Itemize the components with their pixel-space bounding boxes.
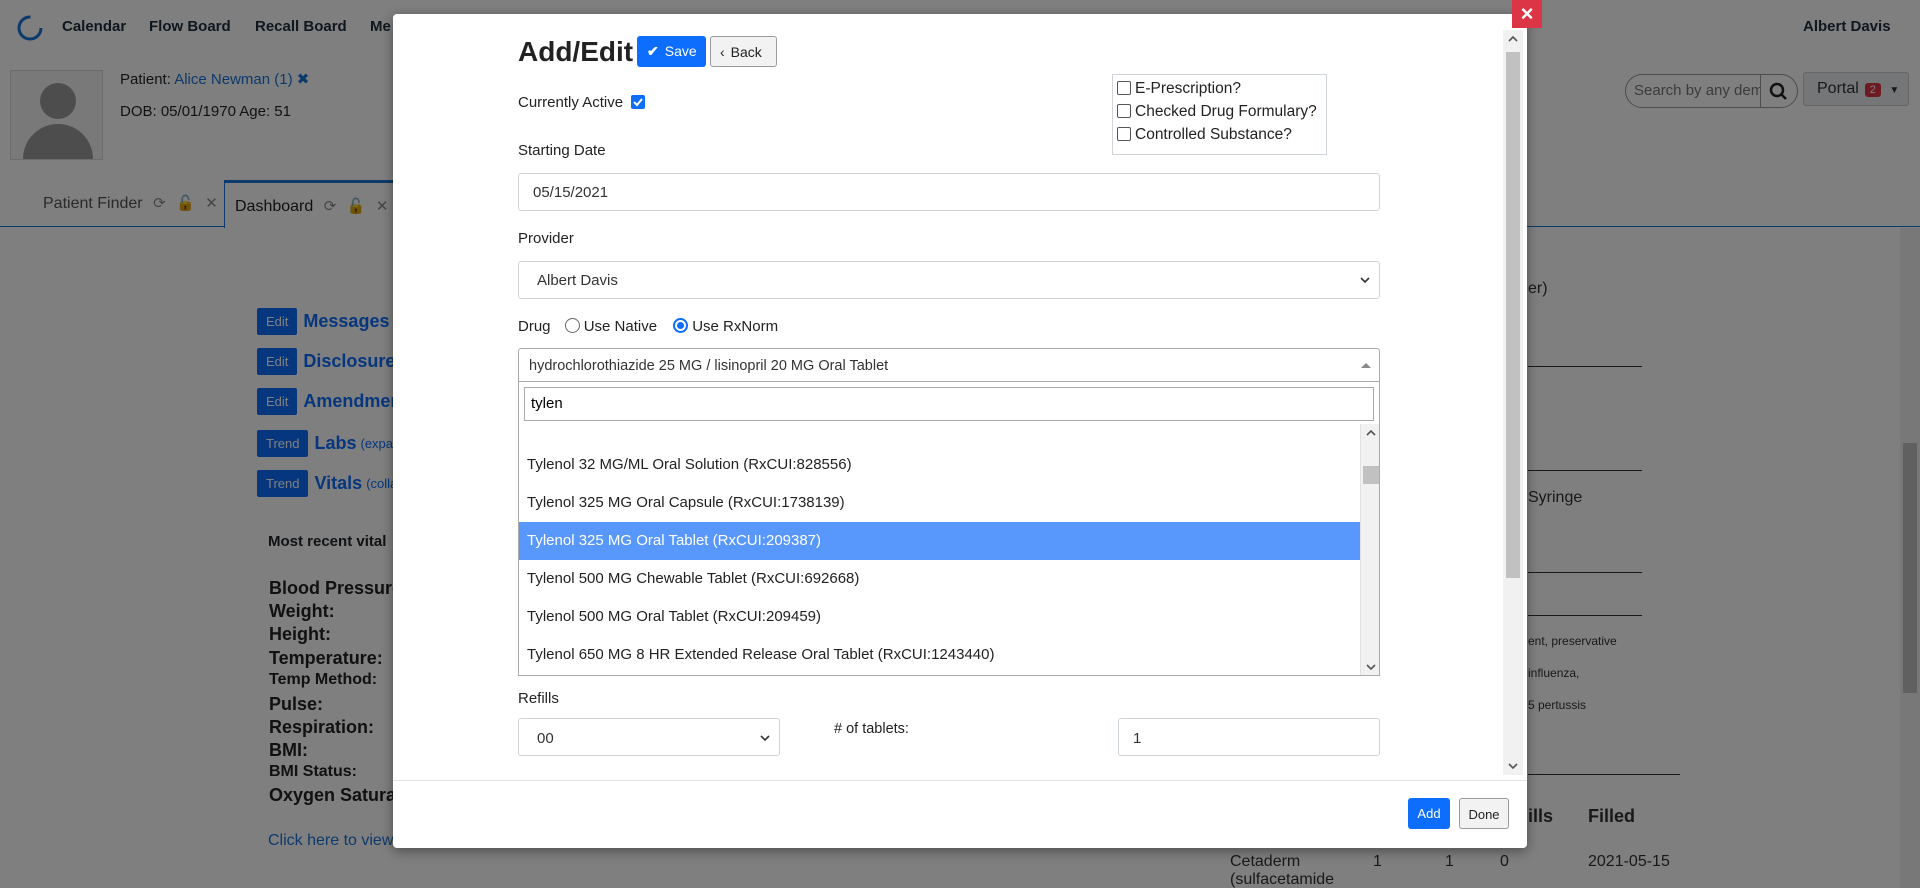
list-item[interactable]: Tylenol 500 MG Oral Tablet (RxCUI:209459… bbox=[519, 598, 1361, 636]
radio-label: Use Native bbox=[583, 318, 658, 335]
chevron-down-icon bbox=[760, 735, 770, 742]
currently-active-checkbox[interactable] bbox=[631, 95, 646, 109]
tablets-field[interactable]: 1 bbox=[1118, 718, 1380, 756]
chevron-down-icon bbox=[1360, 277, 1370, 284]
drug-search-wrap: tylen bbox=[518, 382, 1380, 424]
use-rxnorm-option[interactable]: Use RxNorm bbox=[673, 318, 778, 335]
currently-active-label: Currently Active bbox=[518, 94, 624, 111]
controlled-substance-option[interactable]: Controlled Substance? bbox=[1117, 126, 1322, 149]
chevron-up-icon[interactable] bbox=[1507, 34, 1519, 44]
refills-select[interactable]: 00 bbox=[518, 718, 780, 756]
modal-title: Add/Edit bbox=[518, 36, 634, 67]
save-label: Save bbox=[664, 43, 697, 59]
use-native-option[interactable]: Use Native bbox=[564, 318, 658, 335]
chevron-left-icon: ‹ bbox=[720, 44, 725, 60]
controlled-substance-checkbox[interactable] bbox=[1117, 127, 1131, 141]
check-icon: ✔ bbox=[647, 43, 659, 59]
drug-search-input[interactable]: tylen bbox=[524, 387, 1374, 421]
drug-select[interactable]: hydrochlorothiazide 25 MG / lisinopril 2… bbox=[518, 348, 1380, 382]
drug-row: Drug Use Native Use RxNorm bbox=[518, 318, 778, 335]
add-button[interactable]: Add bbox=[1408, 798, 1450, 829]
add-edit-prescription-modal: Add/Edit ✔ Save ‹ Back Currently Active E-… bbox=[393, 14, 1527, 848]
tablets-label: # of tablets: bbox=[834, 721, 909, 737]
chevron-down-icon[interactable] bbox=[1365, 662, 1377, 672]
starting-date-label: Starting Date bbox=[518, 142, 606, 159]
save-button[interactable]: ✔ Save bbox=[637, 36, 706, 67]
back-button[interactable]: ‹ Back bbox=[710, 36, 777, 67]
list-item-selected[interactable]: Tylenol 325 MG Oral Tablet (RxCUI:209387… bbox=[519, 522, 1361, 560]
prescription-options: E-Prescription? Checked Drug Formulary? … bbox=[1112, 74, 1327, 155]
chevron-down-icon[interactable] bbox=[1507, 761, 1519, 771]
list-item[interactable]: Tylenol 500 MG Chewable Tablet (RxCUI:69… bbox=[519, 560, 1361, 598]
drug-results-scrollbar[interactable] bbox=[1360, 424, 1379, 675]
list-item[interactable]: Tylenol 650 MG 8 HR Extended Release Ora… bbox=[519, 636, 1361, 674]
list-item[interactable]: Tylenol 32 MG/ML Oral Solution (RxCUI:82… bbox=[519, 446, 1361, 484]
use-native-radio[interactable] bbox=[564, 318, 580, 333]
e-prescription-option[interactable]: E-Prescription? bbox=[1117, 80, 1322, 103]
drug-formulary-option[interactable]: Checked Drug Formulary? bbox=[1117, 103, 1322, 126]
refills-value: 00 bbox=[537, 730, 554, 747]
drug-selected-value: hydrochlorothiazide 25 MG / lisinopril 2… bbox=[529, 358, 889, 374]
option-label: E-Prescription? bbox=[1135, 80, 1241, 97]
starting-date-field[interactable]: 05/15/2021 bbox=[518, 173, 1380, 211]
provider-label: Provider bbox=[518, 230, 574, 247]
currently-active: Currently Active bbox=[518, 94, 649, 111]
modal-body: Add/Edit ✔ Save ‹ Back Currently Active E-… bbox=[393, 14, 1527, 780]
radio-label: Use RxNorm bbox=[692, 318, 779, 335]
scroll-thumb[interactable] bbox=[1363, 466, 1379, 484]
option-label: Checked Drug Formulary? bbox=[1135, 103, 1317, 120]
check-icon bbox=[633, 98, 643, 107]
back-label: Back bbox=[730, 44, 762, 60]
e-prescription-checkbox[interactable] bbox=[1117, 81, 1131, 95]
option-label: Controlled Substance? bbox=[1135, 126, 1292, 143]
modal-scrollbar[interactable] bbox=[1503, 30, 1523, 775]
drug-label: Drug bbox=[518, 318, 551, 335]
done-button[interactable]: Done bbox=[1459, 798, 1509, 829]
caret-up-icon bbox=[1361, 363, 1371, 368]
scroll-thumb[interactable] bbox=[1506, 52, 1520, 578]
provider-value: Albert Davis bbox=[537, 272, 618, 289]
drug-formulary-checkbox[interactable] bbox=[1117, 104, 1131, 118]
chevron-up-icon[interactable] bbox=[1365, 428, 1377, 438]
modal-close-button[interactable]: × bbox=[1512, 0, 1542, 28]
modal-footer: Add Done bbox=[393, 780, 1527, 848]
use-rxnorm-radio[interactable] bbox=[673, 318, 689, 333]
drug-results-list: Tylenol 32 MG/ML Oral Solution (RxCUI:82… bbox=[518, 424, 1380, 676]
refills-label: Refills bbox=[518, 690, 559, 707]
list-item[interactable]: Tylenol 325 MG Oral Capsule (RxCUI:17381… bbox=[519, 484, 1361, 522]
provider-select[interactable]: Albert Davis bbox=[518, 261, 1380, 299]
